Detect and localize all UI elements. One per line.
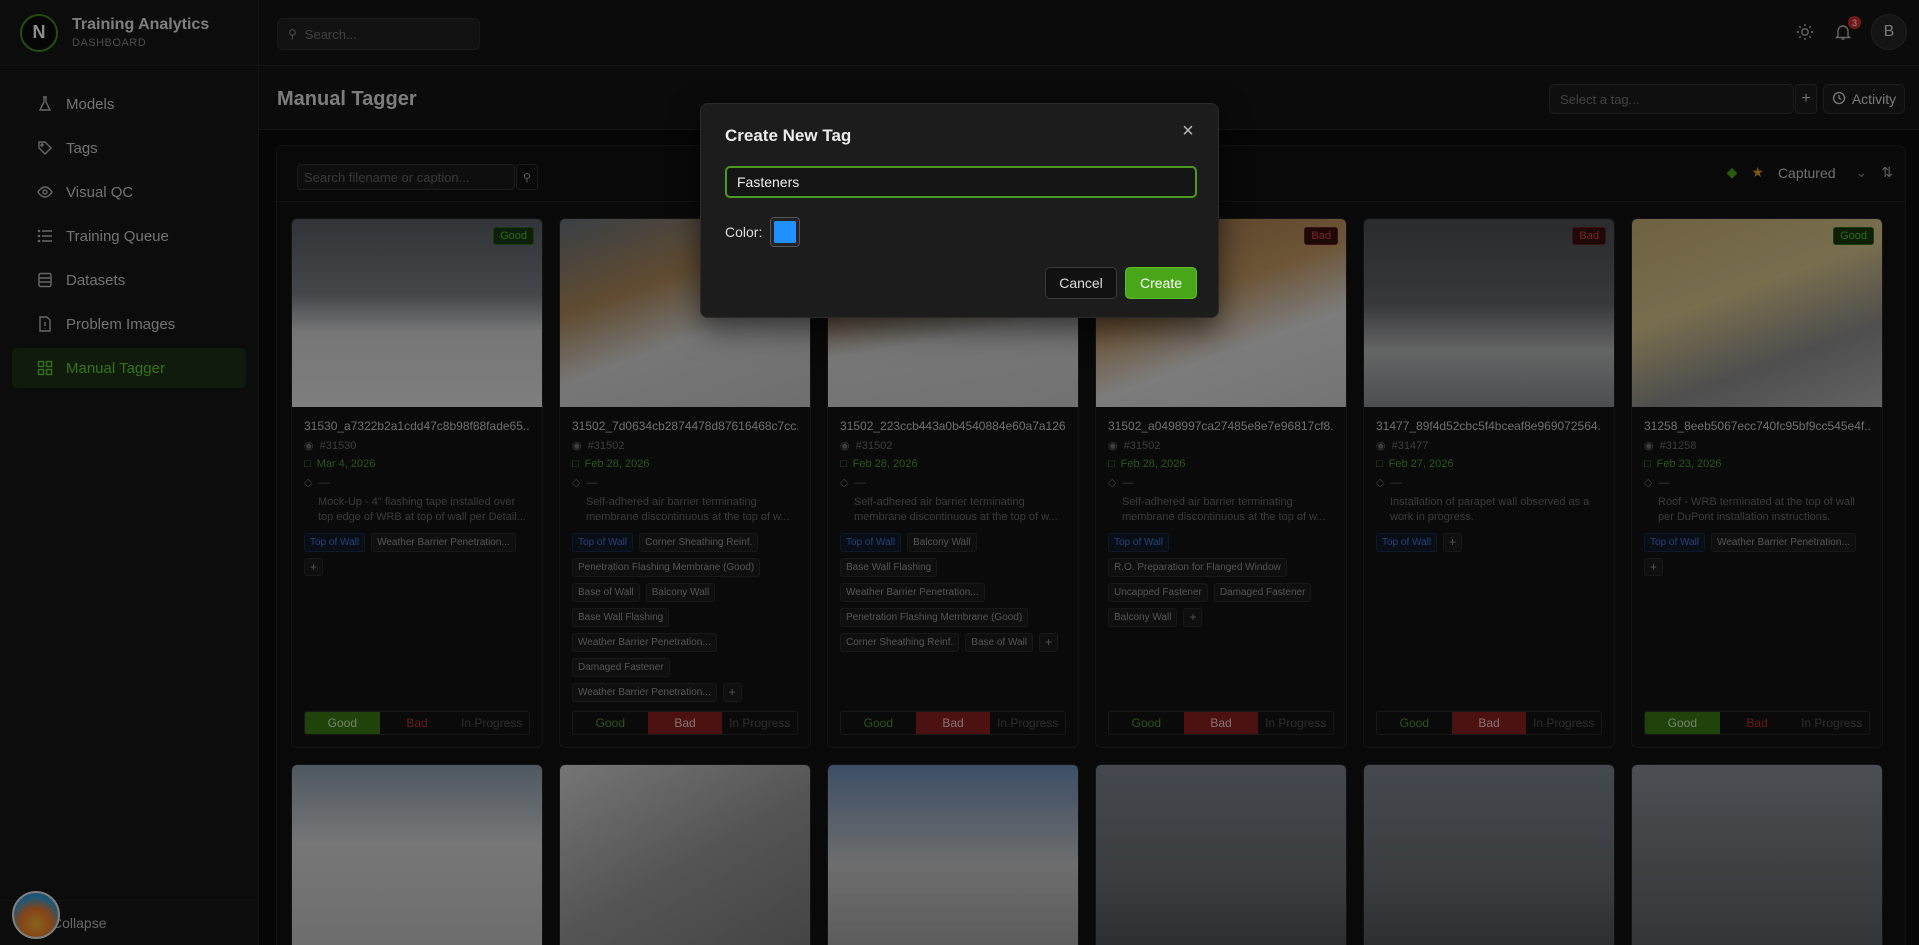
- tag-name-input[interactable]: [725, 166, 1197, 198]
- color-picker[interactable]: [770, 217, 801, 247]
- cancel-button[interactable]: Cancel: [1045, 267, 1117, 299]
- color-label: Color:: [725, 224, 763, 240]
- app-root: N Training Analytics DASHBOARD Models Ta…: [0, 0, 1919, 945]
- color-swatch: [774, 221, 797, 243]
- create-button[interactable]: Create: [1125, 267, 1197, 299]
- modal-title: Create New Tag: [725, 126, 852, 145]
- close-icon[interactable]: ×: [1178, 121, 1198, 142]
- create-tag-modal: Create New Tag × Color: Cancel Create: [700, 103, 1219, 318]
- color-row: Color:: [725, 217, 801, 247]
